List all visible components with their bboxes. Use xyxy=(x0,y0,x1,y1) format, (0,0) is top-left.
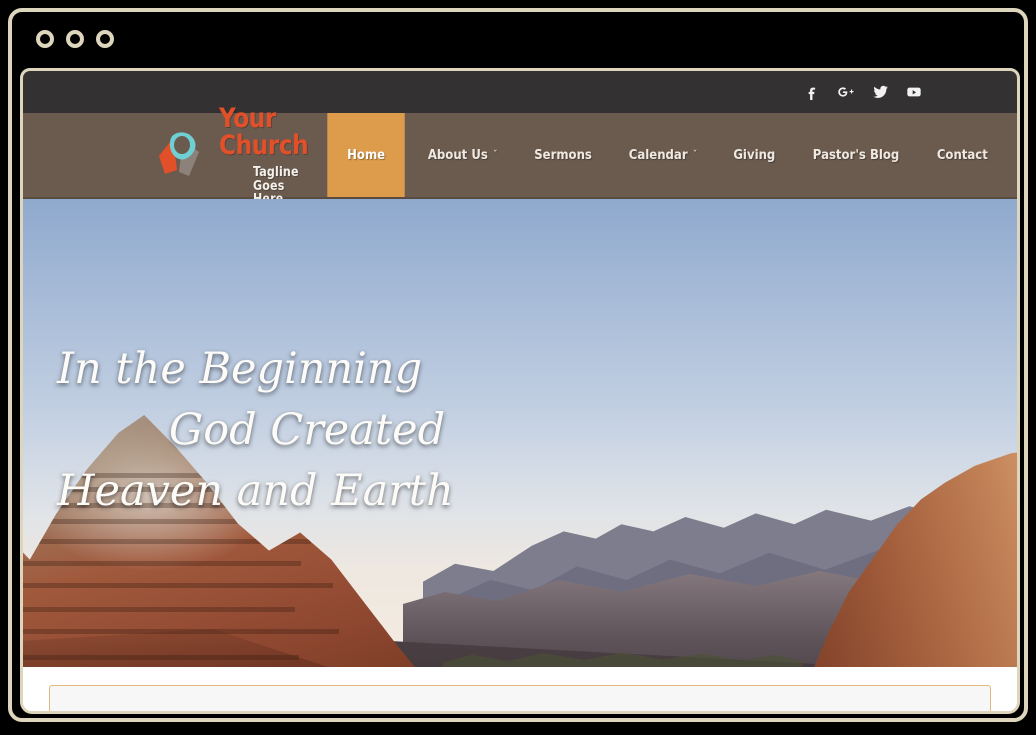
brand-title: Your Church xyxy=(219,103,309,162)
hero-rock-strata xyxy=(23,607,295,612)
browser-window-frame: Your Church Tagline Goes Here Home About… xyxy=(8,8,1028,722)
window-dot-maximize[interactable] xyxy=(96,30,114,48)
content-panel xyxy=(49,685,991,711)
site-header: Your Church Tagline Goes Here Home About… xyxy=(23,105,1017,206)
hero-banner: In the Beginning God Created Heaven and … xyxy=(23,199,1017,667)
nav-label-calendar: Calendar xyxy=(628,147,688,163)
nav-item-pastors-blog[interactable]: Pastor's Blog xyxy=(799,113,912,197)
nav-item-sermons[interactable]: Sermons xyxy=(521,113,606,197)
twitter-icon[interactable] xyxy=(865,77,895,107)
nav-label-contact: Contact xyxy=(936,147,988,163)
browser-titlebar xyxy=(12,12,1024,64)
window-dot-minimize[interactable] xyxy=(66,30,84,48)
facebook-icon[interactable] xyxy=(797,77,827,107)
chevron-down-icon: ˇ xyxy=(493,150,498,160)
main-navigation: Home About Us ˇ Sermons Calendar ˇ Giving … xyxy=(323,113,1017,197)
page-viewport: Your Church Tagline Goes Here Home About… xyxy=(20,68,1020,714)
content-section xyxy=(23,667,1017,711)
window-dot-close[interactable] xyxy=(36,30,54,48)
nav-label-pastors-blog: Pastor's Blog xyxy=(812,147,899,163)
nav-label-about-us: About Us xyxy=(427,147,488,163)
nav-label-sermons: Sermons xyxy=(534,147,592,163)
nav-item-home[interactable]: Home xyxy=(327,113,405,197)
youtube-icon[interactable] xyxy=(899,77,929,107)
brand-logo[interactable]: Your Church Tagline Goes Here xyxy=(23,105,323,206)
nav-label-home: Home xyxy=(346,147,385,163)
top-social-bar xyxy=(23,71,1017,113)
hero-rock-strata xyxy=(23,561,301,566)
nav-item-giving[interactable]: Giving xyxy=(720,113,789,197)
chevron-down-icon: ˇ xyxy=(693,150,698,160)
nav-item-about-us[interactable]: About Us ˇ xyxy=(414,113,510,197)
hero-rock-strata xyxy=(23,583,333,588)
nav-item-calendar[interactable]: Calendar ˇ xyxy=(615,113,710,197)
nav-item-contact[interactable]: Contact xyxy=(923,113,1001,197)
google-plus-icon[interactable] xyxy=(831,77,861,107)
nav-label-giving: Giving xyxy=(733,147,776,163)
church-logo-icon xyxy=(153,126,207,184)
